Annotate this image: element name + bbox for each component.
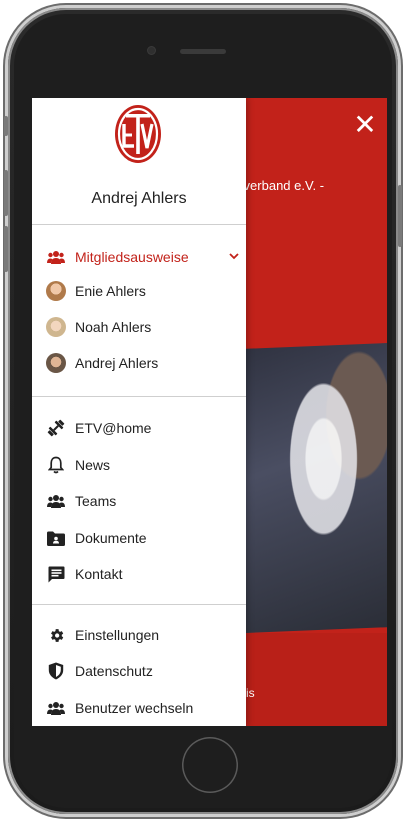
message-icon bbox=[46, 564, 66, 584]
menu-news[interactable]: News bbox=[46, 450, 240, 480]
menu-label: Einstellungen bbox=[75, 627, 160, 643]
member-item[interactable]: Andrej Ahlers bbox=[46, 348, 240, 378]
gear-icon bbox=[46, 625, 66, 645]
earpiece-speaker bbox=[180, 49, 226, 54]
avatar bbox=[46, 281, 66, 301]
menu-label: News bbox=[75, 457, 111, 473]
menu-label: Benutzer wechseln bbox=[75, 700, 194, 716]
menu-dokumente[interactable]: Dokumente bbox=[46, 523, 240, 553]
users-icon bbox=[46, 698, 66, 718]
menu-label: Mitgliedsausweise bbox=[75, 249, 189, 265]
avatar bbox=[46, 353, 66, 373]
home-button[interactable] bbox=[182, 737, 238, 793]
front-camera bbox=[148, 47, 155, 54]
hero-image bbox=[246, 343, 387, 633]
member-item[interactable]: Enie Ahlers bbox=[46, 276, 240, 306]
divider bbox=[32, 396, 246, 397]
close-icon[interactable]: ✕ bbox=[350, 110, 380, 140]
member-name: Andrej Ahlers bbox=[75, 355, 159, 371]
dumbbell-icon bbox=[46, 418, 66, 438]
menu-einstellungen[interactable]: Einstellungen bbox=[46, 620, 240, 650]
menu-label: Datenschutz bbox=[75, 663, 153, 679]
menu-label: Dokumente bbox=[75, 530, 147, 546]
menu-label: ETV@home bbox=[75, 420, 152, 436]
volume-up-button bbox=[4, 170, 8, 216]
app-screen: rnverband e.V. - is ✕ Andrej Ahlers Mitg… bbox=[32, 98, 387, 726]
users-icon bbox=[46, 491, 66, 511]
menu-kontakt[interactable]: Kontakt bbox=[46, 559, 240, 589]
divider bbox=[32, 224, 246, 225]
navigation-drawer: Andrej Ahlers Mitgliedsausweise Enie Ahl… bbox=[32, 98, 246, 726]
menu-mitgliedsausweise[interactable]: Mitgliedsausweise bbox=[46, 242, 240, 272]
menu-benutzer-wechseln[interactable]: Benutzer wechseln bbox=[46, 693, 240, 723]
bell-icon bbox=[46, 455, 66, 475]
member-name: Enie Ahlers bbox=[75, 283, 146, 299]
member-item[interactable]: Noah Ahlers bbox=[46, 312, 240, 342]
member-name: Noah Ahlers bbox=[75, 319, 152, 335]
power-button bbox=[398, 185, 402, 247]
background-footer-text: is bbox=[246, 686, 255, 700]
menu-datenschutz[interactable]: Datenschutz bbox=[46, 656, 240, 686]
chevron-down-icon bbox=[229, 253, 239, 260]
menu-label: Kontakt bbox=[75, 566, 123, 582]
users-icon bbox=[46, 247, 66, 267]
folder-icon bbox=[46, 528, 66, 548]
mute-switch bbox=[4, 116, 8, 136]
user-name: Andrej Ahlers bbox=[91, 190, 187, 207]
divider bbox=[32, 604, 246, 605]
menu-teams[interactable]: Teams bbox=[46, 486, 240, 516]
shield-icon bbox=[46, 661, 66, 681]
volume-down-button bbox=[4, 226, 8, 272]
menu-etv-home[interactable]: ETV@home bbox=[46, 413, 240, 443]
background-footer-strip bbox=[246, 633, 387, 726]
etv-logo bbox=[115, 105, 161, 163]
menu-label: Teams bbox=[75, 493, 117, 509]
avatar bbox=[46, 317, 66, 337]
